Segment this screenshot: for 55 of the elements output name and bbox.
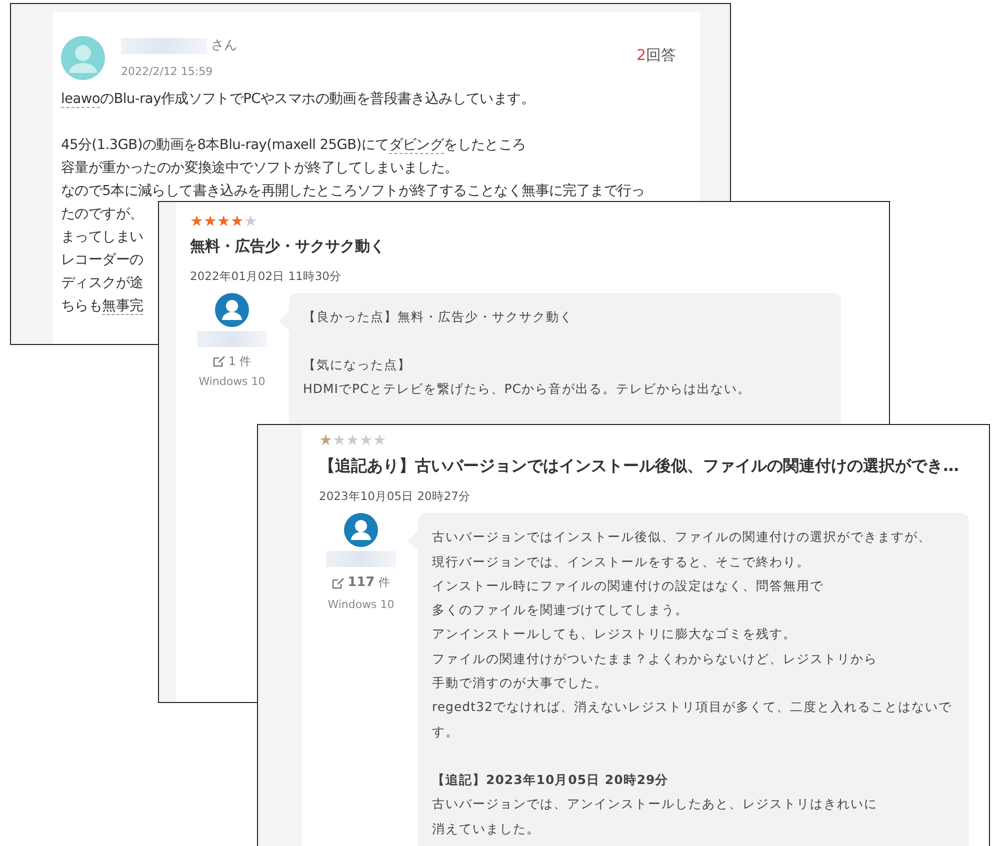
review-count: 117 件: [348, 574, 390, 592]
edit-icon: [212, 356, 224, 367]
star-icon: ★: [346, 433, 360, 448]
comment-line: 古いバージョンではインストール後似、ファイルの関連付けの選択ができますが、: [432, 528, 932, 546]
redacted-name: [326, 551, 396, 568]
text-line: 45分(1.3GB)の動画を8本Blu-ray(maxell 25GB)にて ダビングをしたところ: [61, 136, 526, 156]
redacted-name: [197, 330, 267, 347]
review-title: 【追記あり】古いバージョンではインストール後似、ファイルの関連付けの選択ができ…: [319, 455, 960, 477]
keyword-link[interactable]: leawo: [61, 91, 100, 108]
comment-line: 現行バージョンでは、インストールをすると、そこで終わり。: [432, 552, 811, 571]
edit-icon: [332, 578, 344, 588]
star-icon: ★: [359, 433, 373, 448]
comment-line: ファイルの関連付けがついたまま？よくわからないけど、レジストリから: [432, 650, 878, 668]
comment-line: regedt32でなければ、消えないレジストリ項目が多くて、二度と入れることはないで: [432, 698, 953, 716]
text-line: なので5本に減らして書き込みを再開したところソフトが終了することなく無事に完了まで行っ: [61, 182, 645, 201]
star-icon: ★: [244, 214, 258, 229]
comment-line: 消えていました。: [432, 820, 541, 838]
comment-line: 手動で消すのが大事でした。: [432, 674, 608, 692]
comment-line: アンインストールしても、レジストリに膨大なゴミを残す。: [432, 625, 798, 644]
comment-line: 古いバージョンでは、アンインストールしたあと、レジストリはきれいに: [432, 795, 878, 814]
review-title: 無料・広告少・サクサク動く: [190, 236, 386, 257]
comment-line: 【良かった点】無料・広告少・サクサク動く: [303, 308, 574, 326]
review-date: 2023年10月05日 20時27分: [319, 488, 472, 505]
answer-count: 2回答: [636, 45, 676, 66]
keyword-link[interactable]: 無事完: [102, 298, 144, 315]
comment-line: 【気になった点】: [303, 356, 412, 374]
star-icon: ★: [190, 214, 204, 229]
text-line: leawoのBlu-ray作成ソフトでPCやスマホの動画を普段書き込みしています。: [61, 90, 534, 110]
star-icon: ★: [230, 214, 244, 229]
comment-heading: 【追記】2023年10月05日 20時29分: [432, 770, 670, 789]
post-date: 2022/2/12 15:59: [121, 64, 214, 80]
keyword-link[interactable]: ダビング: [388, 137, 444, 154]
text-line: ちらも無事完: [61, 297, 144, 317]
review-count: 1 件: [228, 352, 252, 370]
os-label: Windows 10: [328, 596, 394, 613]
comment-line: す。: [432, 722, 460, 741]
comment-line: 多くのファイルを関連づけてしてしまう。: [432, 601, 690, 620]
star-icon: ★: [372, 433, 386, 448]
review-date: 2022年01月02日 11時30分: [190, 268, 342, 284]
name-suffix: さん: [211, 37, 237, 55]
text-line: 容量が重かったのか変換途中でソフトが終了してしまいました。: [61, 159, 458, 178]
text-line: まってしまい: [61, 228, 144, 247]
star-icon: ★: [332, 433, 346, 448]
star-icon: ★: [216, 214, 230, 229]
user-icon: [344, 513, 378, 548]
os-label: Windows 10: [198, 374, 266, 390]
star-icon: ★: [203, 214, 217, 229]
comment-line: HDMIでPCとテレビを繋げたら、PCから音が出る。テレビからは出ない。: [303, 380, 752, 398]
text-line: たのですが、: [61, 205, 144, 224]
user-icon: [215, 292, 249, 327]
text-line: ディスクが途: [61, 274, 144, 293]
text-line: レコーダーの: [61, 251, 144, 270]
star-icon: ★: [319, 433, 332, 448]
comment-line: インストール時にファイルの関連付けの設定はなく、問答無用で: [432, 576, 824, 595]
avatar-icon: [61, 36, 105, 80]
